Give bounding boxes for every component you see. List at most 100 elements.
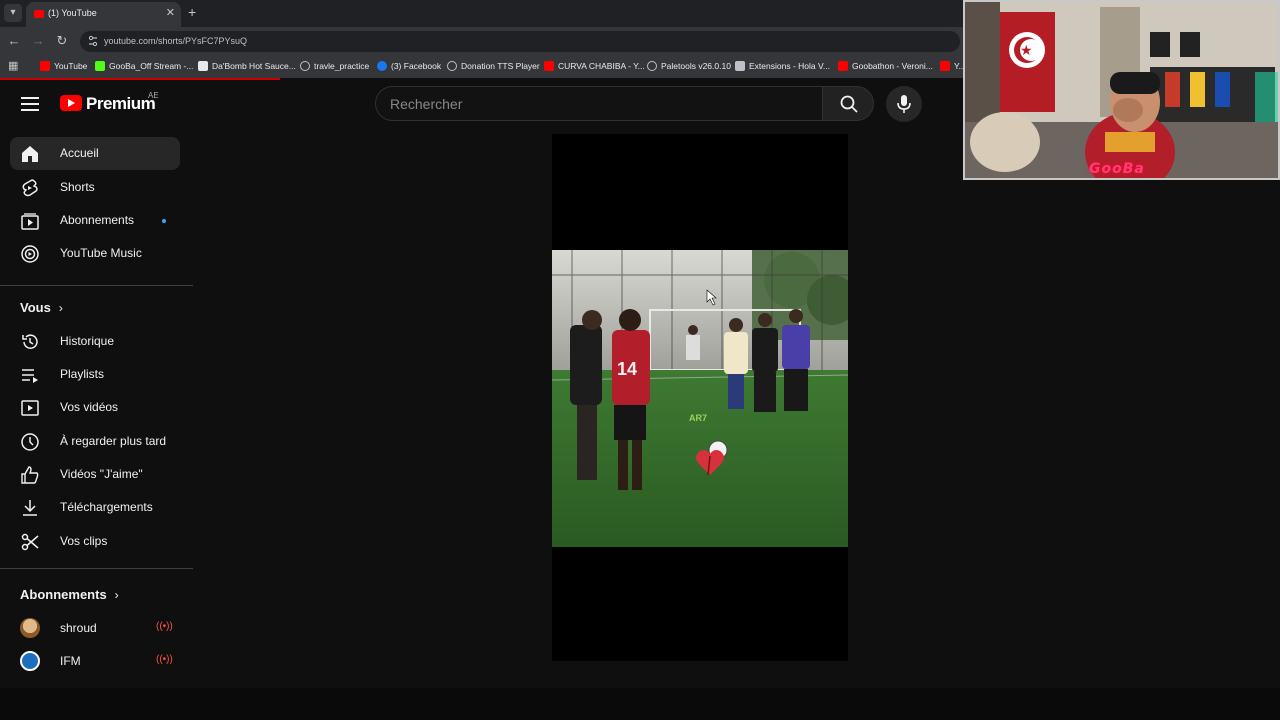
back-icon[interactable]: ← [6,33,22,48]
sidebar-item-label: Vidéos "J'aime" [60,467,143,481]
avatar [20,618,40,638]
bookmark-favicon-icon [647,61,657,71]
bookmark-favicon-icon [198,61,208,71]
bookmark-item[interactable]: Goobathon - Veroni... [838,61,933,71]
sidebar-item-label: Téléchargements [60,500,153,514]
sidebar-item-subscriptions[interactable]: Abonnements [10,204,180,237]
chevron-right-icon: › [58,301,63,315]
streamer-name-overlay: GooBa [1089,161,1145,177]
sidebar-channel-shroud[interactable]: shroud ((•)) [10,612,180,645]
bookmark-favicon-icon [40,61,50,71]
jersey-number: 14 [617,359,637,379]
forward-icon[interactable]: → [30,33,46,48]
puzzle-icon [735,61,745,71]
sidebar-item-watch-later[interactable]: À regarder plus tard [10,425,180,458]
streamer-webcam: ★ GooBa [963,0,1280,180]
watch-later-icon [21,433,39,451]
music-icon [21,245,39,263]
search-icon [840,95,858,113]
url-text: youtube.com/shorts/PYsFC7PYsuQ [104,36,248,46]
search-button[interactable] [822,86,874,121]
reload-icon[interactable]: ↻ [54,33,70,49]
sidebar-item-label: Vos clips [60,534,108,548]
apps-grid-icon[interactable]: ▦ [8,59,18,72]
playlists-icon [22,369,38,383]
subscriptions-icon [21,213,39,230]
youtube-favicon-icon [838,61,848,71]
search-box [375,86,823,121]
bookmark-item[interactable]: YouTube [40,61,87,71]
sidebar-heading-label: Vous [20,300,51,315]
new-tab-button[interactable]: + [188,4,196,20]
sidebar-divider [0,568,193,569]
microphone-icon [897,95,911,113]
bookmark-item[interactable]: Paletools v26.0.10 [647,61,731,71]
url-field[interactable]: youtube.com/shorts/PYsFC7PYsuQ [80,31,960,52]
shorts-icon [22,179,38,197]
bookmark-label: travle_practice [314,61,370,71]
sidebar-you-heading[interactable]: Vous › [20,300,63,315]
sidebar-heading-label: Abonnements [20,587,107,602]
hamburger-menu-icon[interactable] [21,97,39,111]
bookmark-label: GooBa_Off Stream -... [109,61,194,71]
bookmark-label: Goobathon - Veroni... [852,61,933,71]
downloads-icon [23,500,37,516]
youtube-favicon-icon [544,61,554,71]
bookmark-favicon-icon [95,61,105,71]
sidebar-channel-ifm[interactable]: IFM ((•)) [10,645,180,678]
bookmark-label: Extensions - Hola V... [749,61,830,71]
youtube-logo-icon[interactable] [60,95,82,111]
avatar [20,651,40,671]
bookmark-label: Da'Bomb Hot Sauce... [212,61,296,71]
facebook-icon [377,61,387,71]
site-info-icon[interactable] [88,35,98,47]
new-content-dot [162,219,166,223]
sidebar-subscriptions-heading[interactable]: Abonnements › [20,587,119,602]
country-code: AE [148,91,159,100]
bookmark-item[interactable]: travle_practice [300,61,369,71]
chevron-right-icon: › [114,588,119,602]
channel-name: shroud [60,621,97,635]
bookmark-item[interactable]: (3) Facebook [377,61,441,71]
bookmark-item[interactable]: GooBa_Off Stream -... [95,61,193,71]
search-input[interactable] [390,95,810,113]
youtube-premium-brand[interactable]: Premium [86,94,156,114]
bookmark-item[interactable]: Donation TTS Player [447,61,540,71]
browser-tab[interactable]: (1) YouTube ✕ [26,2,181,27]
voice-search-button[interactable] [886,86,922,122]
sidebar-item-playlists[interactable]: Playlists [10,358,180,391]
sidebar-item-your-clips[interactable]: Vos clips [10,525,180,558]
youtube-favicon-icon [34,10,44,18]
webcam-scene: ★ [965,2,1278,178]
sidebar-item-your-videos[interactable]: Vos vidéos [10,391,180,424]
live-indicator-icon: ((•)) [156,654,173,665]
bookmark-label: Donation TTS Player [461,61,540,71]
close-tab-icon[interactable]: ✕ [166,6,175,19]
tab-title: (1) YouTube [48,8,97,18]
sidebar-item-youtube-music[interactable]: YouTube Music [10,237,180,270]
liked-icon [21,466,39,484]
taskbar-strip [0,688,1280,720]
sidebar-item-label: Playlists [60,367,105,381]
sidebar-item-shorts[interactable]: Shorts [10,171,180,204]
sidebar-item-history[interactable]: Historique [10,325,180,358]
live-indicator-icon: ((•)) [156,621,173,632]
sidebar-item-downloads[interactable]: Téléchargements [10,491,180,524]
bookmark-item[interactable]: CURVA CHABIBA - Y... [544,61,645,71]
history-icon [22,334,38,349]
sidebar-item-label: Vos vidéos [60,400,119,414]
shorts-video-player[interactable]: 14 AR7 [552,134,848,661]
youtube-favicon-icon [940,61,950,71]
bookmark-item[interactable]: Extensions - Hola V... [735,61,830,71]
channel-name: IFM [60,654,81,668]
sidebar-item-liked-videos[interactable]: Vidéos "J'aime" [10,458,180,491]
bookmark-item[interactable]: Da'Bomb Hot Sauce... [198,61,296,71]
your-videos-icon [21,400,39,416]
svg-text:★: ★ [1020,43,1033,59]
tab-search-button[interactable]: ▾ [4,4,22,22]
sidebar-item-label: Shorts [60,180,95,194]
sidebar-item-label: Accueil [60,146,99,160]
bookmark-item[interactable]: Y... [940,61,966,71]
sidebar-item-label: YouTube Music [60,246,142,260]
sidebar-item-home[interactable]: Accueil [10,137,180,170]
